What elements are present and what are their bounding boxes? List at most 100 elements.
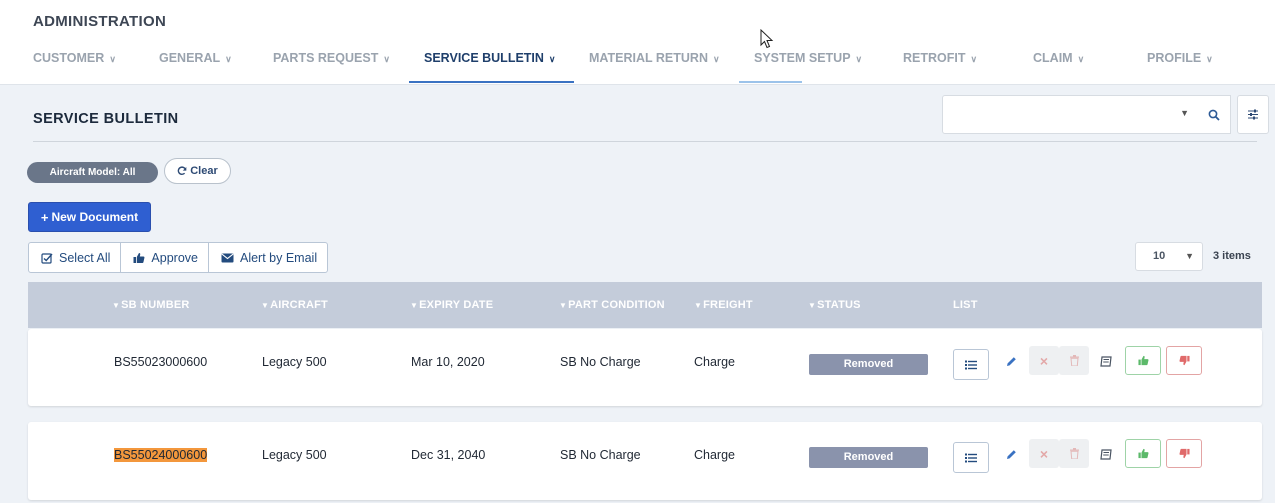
sb-number-cell: BS55023000600 [114, 355, 208, 369]
aircraft-cell: Legacy 500 [262, 448, 327, 462]
page-size-select[interactable]: 10 ▼ [1135, 242, 1203, 271]
tab-parts-request[interactable]: PARTS REQUEST ∨ [273, 40, 390, 84]
status-badge: Removed [809, 354, 928, 375]
tab-label: PROFILE [1147, 51, 1202, 65]
search-button[interactable] [1198, 95, 1231, 134]
freight-cell: Charge [694, 355, 735, 369]
times-icon: × [1039, 445, 1049, 462]
select-all-button[interactable]: Select All [29, 243, 122, 272]
tab-claim[interactable]: CLAIM ∨ [1033, 40, 1084, 84]
filter-settings-button[interactable] [1237, 95, 1269, 134]
chevron-down-icon: ∨ [1206, 54, 1213, 64]
select-all-label: Select All [59, 250, 111, 265]
search-select[interactable]: ▼ [942, 95, 1199, 134]
view-list-button[interactable] [953, 349, 989, 380]
book-button[interactable] [1098, 446, 1114, 462]
envelope-icon [221, 253, 234, 262]
status-badge: Removed [809, 447, 928, 468]
title-divider [33, 141, 1257, 142]
header-label: FREIGHT [703, 299, 753, 311]
sort-caret-icon: ▼ [694, 301, 703, 310]
view-list-button[interactable] [953, 442, 989, 473]
approve-label: Approve [151, 250, 198, 265]
sb-number-column-header[interactable]: ▼SB NUMBER [112, 299, 190, 311]
item-count: 3 items [1213, 250, 1251, 262]
chevron-down-icon: ∨ [712, 54, 720, 64]
header-label: LIST [953, 299, 978, 311]
trash-icon [1069, 448, 1079, 459]
tab-label: CUSTOMER [33, 51, 105, 65]
thumbs-up-icon [1137, 355, 1148, 366]
chevron-down-icon: ∨ [855, 54, 863, 64]
tab-profile[interactable]: PROFILE ∨ [1147, 40, 1213, 84]
cancel-button[interactable]: × [1029, 346, 1059, 375]
part-condition-column-header[interactable]: ▼PART CONDITION [559, 299, 665, 311]
refresh-icon [177, 166, 187, 176]
sb-number-cell: BS55024000600 [114, 448, 208, 462]
aircraft-cell: Legacy 500 [262, 355, 327, 369]
aircraft-column-header[interactable]: ▼AIRCRAFT [261, 299, 328, 311]
edit-button[interactable] [1003, 353, 1019, 369]
expiry-date-cell: Mar 10, 2020 [411, 355, 485, 369]
alert-by-email-button[interactable]: Alert by Email [209, 243, 327, 272]
cancel-button[interactable]: × [1029, 439, 1059, 468]
freight-cell: Charge [694, 448, 735, 462]
header-label: SB NUMBER [121, 299, 190, 311]
table-row[interactable]: BS55023000600 Legacy 500 Mar 10, 2020 SB… [28, 329, 1262, 406]
book-icon [1100, 355, 1112, 367]
aircraft-model-filter-chip[interactable]: Aircraft Model: All [27, 162, 158, 183]
tab-label: SYSTEM SETUP [754, 51, 851, 65]
alert-by-email-label: Alert by Email [239, 250, 318, 265]
list-icon [965, 360, 977, 369]
top-header: ADMINISTRATION CUSTOMER ∨ GENERAL ∨ PARTS … [0, 0, 1275, 85]
new-document-label: New Document [51, 210, 139, 224]
plus-icon: + [40, 209, 49, 225]
freight-column-header[interactable]: ▼FREIGHT [694, 299, 753, 311]
sort-caret-icon: ▼ [410, 301, 419, 310]
tab-retrofit[interactable]: RETROFIT ∨ [903, 40, 977, 84]
book-button[interactable] [1098, 353, 1114, 369]
tab-material-return[interactable]: MATERIAL RETURN ∨ [589, 40, 720, 84]
hover-tab-indicator [739, 81, 802, 83]
chevron-down-icon: ∨ [225, 54, 232, 64]
chevron-down-icon: ∨ [548, 54, 556, 64]
clear-filters-button[interactable]: Clear [164, 158, 231, 184]
table-row[interactable]: BS55024000600 Legacy 500 Dec 31, 2040 SB… [28, 422, 1262, 500]
tab-label: PARTS REQUEST [273, 51, 379, 65]
delete-button[interactable] [1059, 346, 1089, 375]
trash-icon [1069, 355, 1079, 366]
status-column-header[interactable]: ▼STATUS [808, 299, 861, 311]
thumbs-down-icon [1179, 448, 1190, 459]
approve-row-button[interactable] [1125, 439, 1161, 468]
tab-customer[interactable]: CUSTOMER ∨ [33, 40, 116, 84]
tab-service-bulletin[interactable]: SERVICE BULLETIN ∨ [424, 40, 556, 84]
caret-down-icon: ▼ [1180, 108, 1189, 118]
reject-row-button[interactable] [1166, 439, 1202, 468]
approve-button[interactable]: Approve [121, 243, 209, 272]
page-title: SERVICE BULLETIN [33, 111, 179, 127]
sliders-icon [1248, 109, 1258, 120]
expiry-date-cell: Dec 31, 2040 [411, 448, 486, 462]
delete-button[interactable] [1059, 439, 1089, 468]
header-label: PART CONDITION [568, 299, 665, 311]
tab-label: RETROFIT [903, 51, 966, 65]
reject-row-button[interactable] [1166, 346, 1202, 375]
app-title: ADMINISTRATION [33, 13, 167, 30]
edit-button[interactable] [1003, 446, 1019, 462]
header-label: STATUS [817, 299, 861, 311]
new-document-button[interactable]: + New Document [28, 202, 151, 232]
header-label: AIRCRAFT [270, 299, 328, 311]
list-column-header: LIST [953, 299, 978, 311]
expiry-date-column-header[interactable]: ▼EXPIRY DATE [410, 299, 493, 311]
chevron-down-icon: ∨ [970, 54, 978, 64]
sort-caret-icon: ▼ [261, 301, 270, 310]
thumbs-up-icon [133, 252, 145, 263]
tab-general[interactable]: GENERAL ∨ [159, 40, 232, 84]
active-tab-indicator [409, 81, 574, 83]
page-size-value: 10 [1153, 250, 1166, 262]
tab-label: MATERIAL RETURN [589, 51, 708, 65]
check-square-icon [41, 252, 53, 264]
sort-caret-icon: ▼ [559, 301, 568, 310]
tab-label: CLAIM [1033, 51, 1073, 65]
approve-row-button[interactable] [1125, 346, 1161, 375]
